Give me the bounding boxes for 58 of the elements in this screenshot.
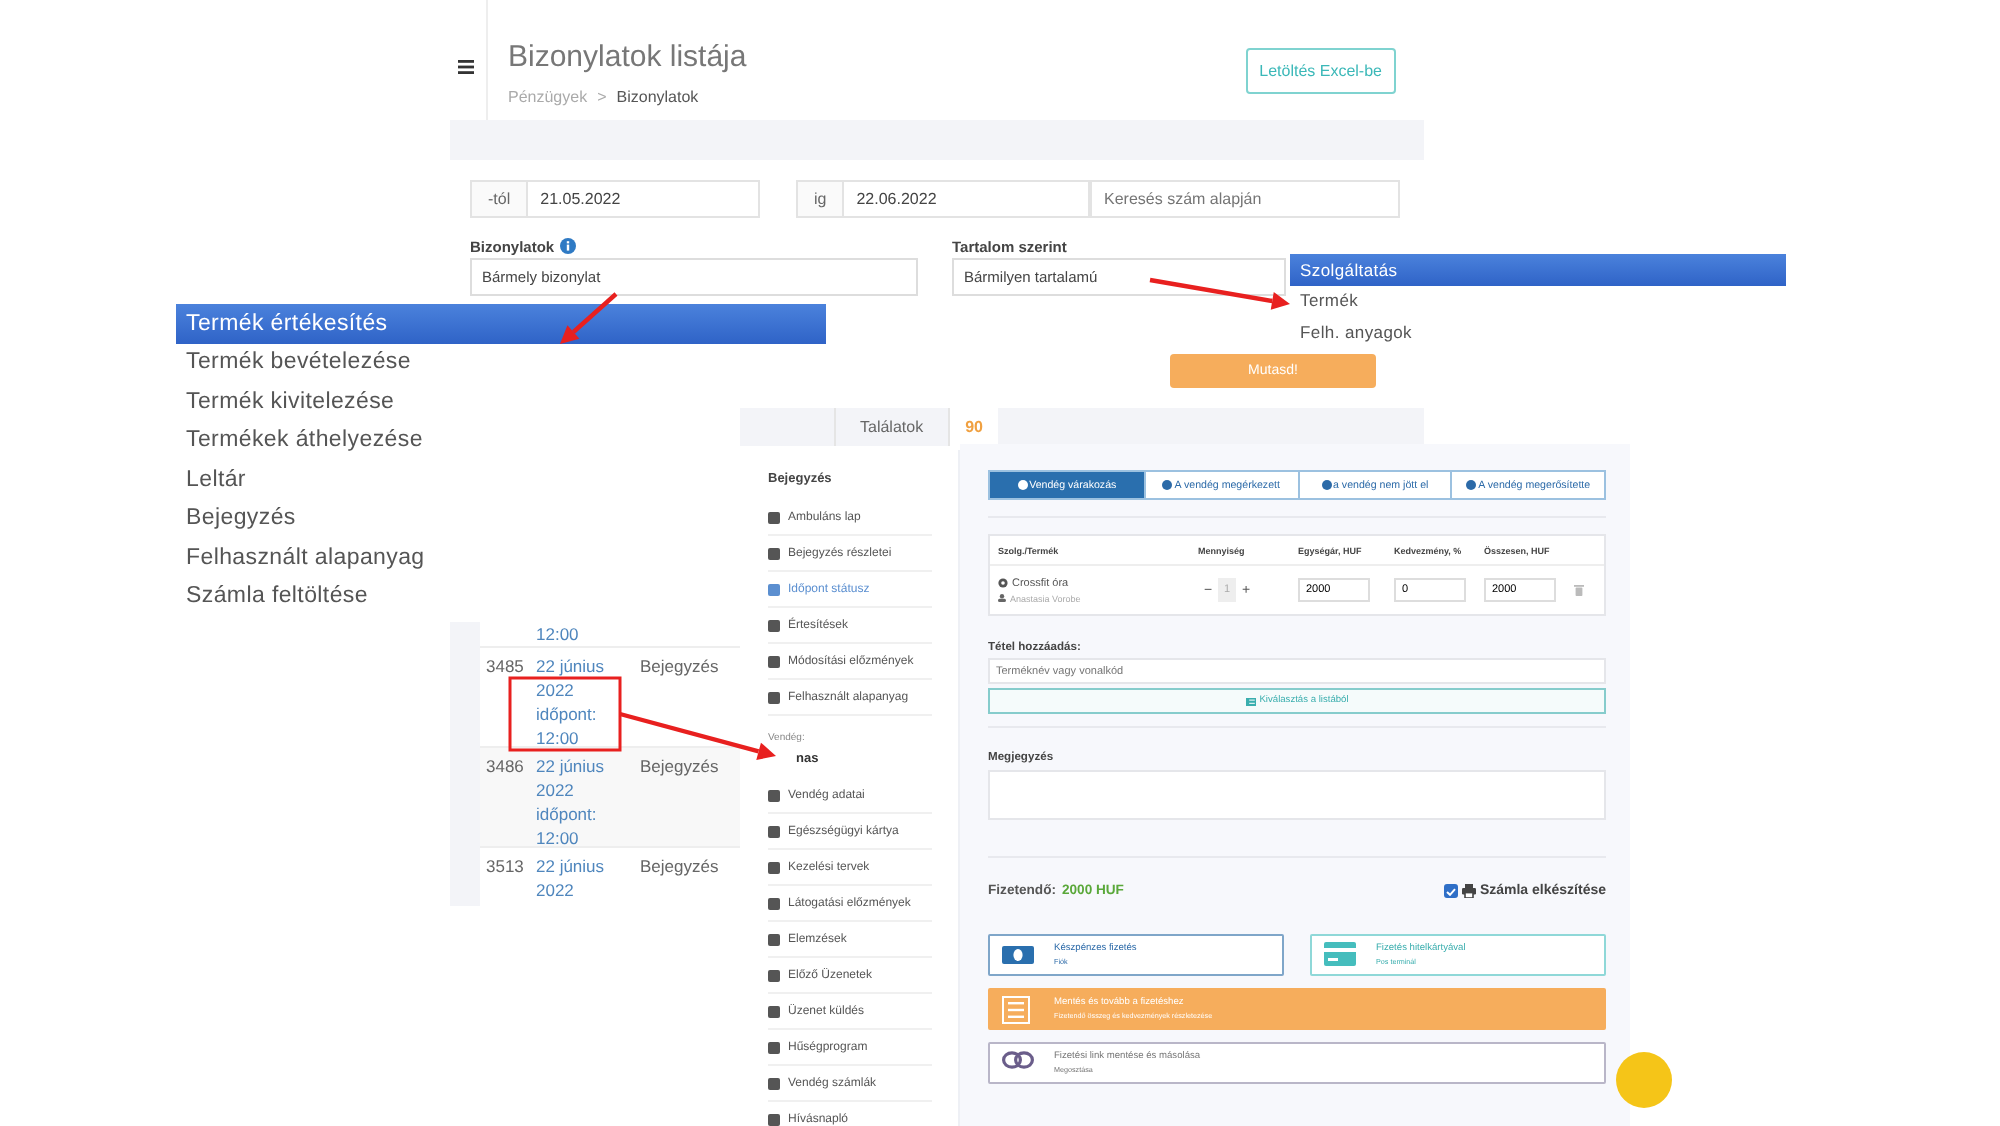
square-icon xyxy=(768,511,780,523)
list-icon xyxy=(1245,697,1256,705)
printer-icon xyxy=(1461,884,1476,898)
table-cell-text: 3485 xyxy=(486,654,524,680)
breadcrumb-separator: > xyxy=(597,88,607,106)
date-link[interactable]: 22 június 2022 xyxy=(536,854,628,906)
square-icon xyxy=(768,1077,780,1089)
square-icon xyxy=(768,691,780,703)
table-cell-text: 3486 xyxy=(486,754,524,780)
square-icon xyxy=(768,861,780,873)
search-field[interactable]: Keresés szám alapján xyxy=(1090,180,1400,218)
square-icon xyxy=(768,583,780,595)
person-icon xyxy=(998,594,1006,602)
gear-icon xyxy=(998,578,1008,588)
square-icon xyxy=(768,897,780,909)
dropdown-option[interactable]: Szolgáltatás xyxy=(1290,254,1786,285)
date-field[interactable]: 21.05.2022 xyxy=(526,180,760,218)
square-icon xyxy=(768,1113,780,1125)
breadcrumb-current: Bizonylatok xyxy=(616,88,699,106)
table-cell-text: 3513 xyxy=(486,854,524,880)
trash-icon xyxy=(1574,584,1584,596)
field-label: -tól xyxy=(470,180,527,218)
square-icon xyxy=(768,1005,780,1017)
square-icon xyxy=(768,655,780,667)
info-icon xyxy=(560,238,577,254)
page-title: Bizonylatok listája xyxy=(508,40,747,74)
date-link[interactable]: 22 június 2022 időpont: 12:00 xyxy=(536,654,628,750)
square-icon xyxy=(768,1041,780,1053)
list-icon xyxy=(1002,995,1034,1023)
field-label: ig xyxy=(796,180,843,218)
square-icon xyxy=(768,933,780,945)
square-icon xyxy=(768,789,780,801)
date-link[interactable]: 22 június 2022 időpont: 12:00 xyxy=(536,754,628,850)
note-field[interactable] xyxy=(988,770,1606,820)
square-icon xyxy=(768,547,780,559)
circle-icon xyxy=(1162,480,1173,490)
circle-icon xyxy=(1466,480,1477,490)
table-cell-text: Bejegyzés xyxy=(640,754,719,780)
arrow xyxy=(560,292,618,344)
arrow xyxy=(1149,277,1290,310)
table-cell-text: Bejegyzés xyxy=(640,854,719,880)
results-count: 90 xyxy=(947,408,999,446)
menu-icon xyxy=(458,60,474,74)
square-icon xyxy=(768,825,780,837)
cash-icon xyxy=(1002,941,1034,969)
check-icon xyxy=(1445,887,1456,895)
checkbox[interactable] xyxy=(1443,884,1458,898)
floating-button[interactable] xyxy=(1616,1052,1672,1108)
dropdown-option[interactable]: Termék értékesítés xyxy=(176,304,826,343)
table-cell-text: Bejegyzés xyxy=(640,654,719,680)
credit-card-icon xyxy=(1324,941,1356,969)
highlight-frame xyxy=(508,676,622,752)
date-field[interactable]: 22.06.2022 xyxy=(842,180,1090,218)
circle-icon xyxy=(1017,480,1028,490)
square-icon xyxy=(768,619,780,631)
square-icon xyxy=(768,969,780,981)
circle-icon xyxy=(1321,480,1332,490)
date-link[interactable]: 12:00 xyxy=(536,622,628,646)
